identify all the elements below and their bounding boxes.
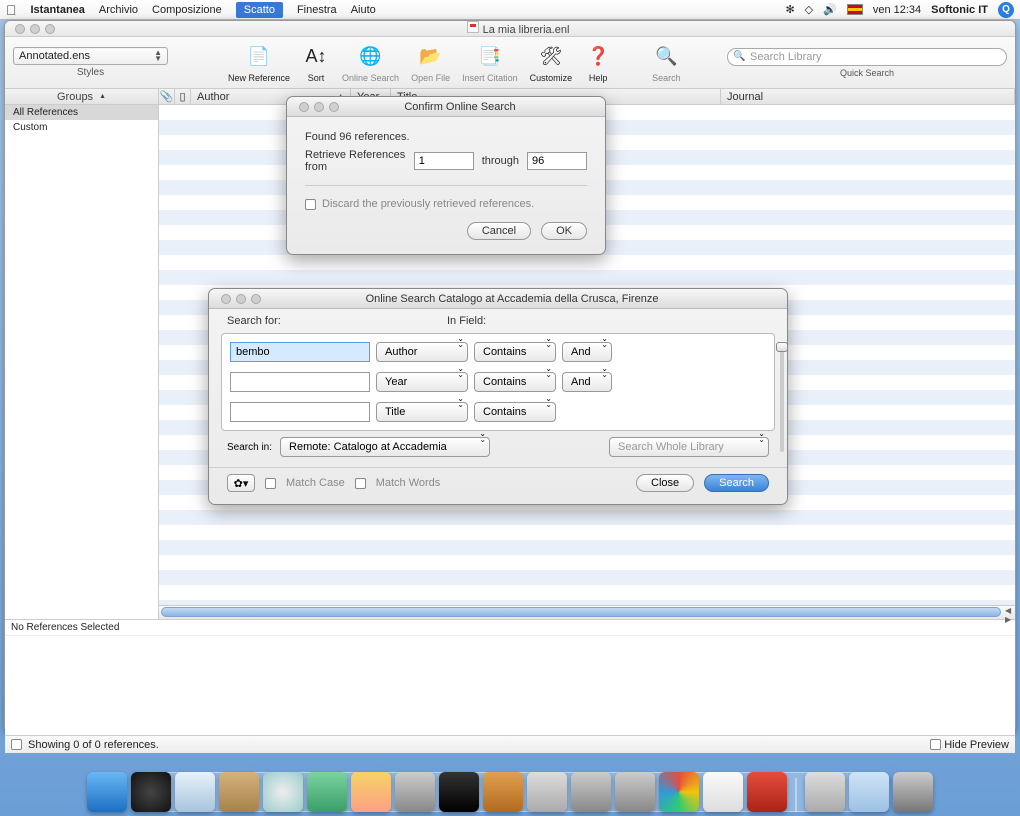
confirm-online-search-dialog: Confirm Online Search Found 96 reference… xyxy=(286,96,606,255)
search-in-popup[interactable]: Remote: Catalogo at Accademia xyxy=(280,437,490,457)
clock[interactable]: ven 12:34 xyxy=(873,4,921,16)
search-term-input[interactable] xyxy=(230,342,370,362)
match-words-checkbox[interactable] xyxy=(355,478,366,489)
join-popup[interactable]: And xyxy=(562,342,612,362)
dock-textedit-icon[interactable] xyxy=(703,772,743,812)
sidebar-header[interactable]: Groups▲ xyxy=(5,89,158,105)
online-search-dialog: Online Search Catalogo at Accademia dell… xyxy=(208,288,788,505)
dock-itunes-icon[interactable] xyxy=(307,772,347,812)
retrieve-through-input[interactable] xyxy=(527,152,587,170)
dock-iphoto-icon[interactable] xyxy=(351,772,391,812)
sidebar-item-custom[interactable]: Custom xyxy=(5,120,158,135)
dock xyxy=(0,762,1020,816)
search-whole-library-popup[interactable]: Search Whole Library xyxy=(609,437,769,457)
close-button[interactable]: Close xyxy=(636,474,694,492)
dock-finder-icon[interactable] xyxy=(87,772,127,812)
toolbar-sort[interactable]: A↕Sort xyxy=(302,43,330,83)
toolbar: Annotated.ens▲▼ Styles 📄New Reference A↕S… xyxy=(5,37,1015,89)
input-flag-icon[interactable] xyxy=(847,4,863,15)
rows-slider[interactable] xyxy=(778,342,786,452)
close-icon[interactable] xyxy=(299,102,309,112)
toolbar-online-search[interactable]: 🌐Online Search xyxy=(342,43,399,83)
operator-popup[interactable]: Contains xyxy=(474,402,556,422)
operator-popup[interactable]: Contains xyxy=(474,342,556,362)
window-title: La mia libreria.enl xyxy=(483,24,570,36)
dock-tools-icon[interactable] xyxy=(527,772,567,812)
dock-mail-icon[interactable] xyxy=(805,772,845,812)
dock-image-capture-icon[interactable] xyxy=(395,772,435,812)
preview-pane xyxy=(5,635,1015,735)
toolbar-insert-citation[interactable]: 📑Insert Citation xyxy=(462,43,518,83)
join-popup[interactable]: And xyxy=(562,372,612,392)
volume-icon[interactable]: 🔊 xyxy=(823,3,837,16)
field-popup[interactable]: Author xyxy=(376,342,468,362)
dialog-title: Confirm Online Search xyxy=(315,101,605,113)
menubar:  Istantanea Archivio Composizione Scatto F… xyxy=(0,0,1020,20)
account-name[interactable]: Softonic IT xyxy=(931,4,988,16)
flag-column-icon: ▯ xyxy=(175,89,191,104)
dock-endnote-icon[interactable] xyxy=(747,772,787,812)
search-row: Title Contains xyxy=(230,402,766,422)
toolbar-customize[interactable]: 🛠Customize xyxy=(530,43,573,83)
sidebar: Groups▲ All ReferencesCustom xyxy=(5,89,159,619)
gear-popup[interactable]: ✿▾ xyxy=(227,474,255,492)
styles-label: Styles xyxy=(13,67,168,78)
bluetooth-icon[interactable]: ✻ xyxy=(785,3,794,16)
sidebar-item-all-references[interactable]: All References xyxy=(5,105,158,120)
menu-composizione[interactable]: Composizione xyxy=(152,4,222,16)
quick-search-label: Quick Search xyxy=(840,68,894,78)
apple-menu-icon[interactable]:  xyxy=(6,2,17,18)
airport-icon[interactable]: ◇ xyxy=(805,3,813,16)
search-button[interactable]: Search xyxy=(704,474,769,492)
field-popup[interactable]: Title xyxy=(376,402,468,422)
preview-label: No References Selected xyxy=(5,619,1015,635)
quick-search-input[interactable]: Search Library xyxy=(727,48,1007,66)
status-checkbox[interactable] xyxy=(11,739,22,750)
hide-preview-checkbox[interactable] xyxy=(930,739,941,750)
dock-documents-icon[interactable] xyxy=(849,772,889,812)
dock-garageband-icon[interactable] xyxy=(483,772,523,812)
style-popup[interactable]: Annotated.ens▲▼ xyxy=(13,47,168,65)
retrieve-from-input[interactable] xyxy=(414,152,474,170)
spotlight-icon[interactable]: Q xyxy=(998,2,1014,18)
discard-checkbox[interactable] xyxy=(305,199,316,210)
search-term-input[interactable] xyxy=(230,372,370,392)
field-popup[interactable]: Year xyxy=(376,372,468,392)
document-icon xyxy=(467,21,479,33)
dock-cd-icon[interactable] xyxy=(263,772,303,812)
match-case-checkbox[interactable] xyxy=(265,478,276,489)
close-icon[interactable] xyxy=(221,294,231,304)
dock-safari-icon[interactable] xyxy=(175,772,215,812)
paperclip-column-icon: 📎 xyxy=(159,89,175,104)
operator-popup[interactable]: Contains xyxy=(474,372,556,392)
dock-preferences-icon[interactable] xyxy=(615,772,655,812)
toolbar-open-file[interactable]: 📂Open File xyxy=(411,43,450,83)
menu-archivio[interactable]: Archivio xyxy=(99,4,138,16)
search-row: Author Contains And xyxy=(230,342,766,362)
dock-trash-icon[interactable] xyxy=(893,772,933,812)
search-row: Year Contains And xyxy=(230,372,766,392)
dock-dashboard-icon[interactable] xyxy=(131,772,171,812)
app-name[interactable]: Istantanea xyxy=(31,4,85,16)
dock-address-book-icon[interactable] xyxy=(219,772,259,812)
toolbar-help[interactable]: ❓Help xyxy=(584,43,612,83)
search-tool[interactable]: 🔍Search xyxy=(652,43,681,83)
dock-utilities-icon[interactable] xyxy=(571,772,611,812)
menu-scatto[interactable]: Scatto xyxy=(236,2,283,18)
search-term-input[interactable] xyxy=(230,402,370,422)
toolbar-new-reference[interactable]: 📄New Reference xyxy=(228,43,290,83)
cancel-button[interactable]: Cancel xyxy=(467,222,531,240)
dock-imovie-icon[interactable] xyxy=(439,772,479,812)
menu-finestra[interactable]: Finestra xyxy=(297,4,337,16)
ok-button[interactable]: OK xyxy=(541,222,587,240)
statusbar: Showing 0 of 0 references. Hide Preview xyxy=(5,735,1015,753)
status-text: Showing 0 of 0 references. xyxy=(28,739,159,751)
window-titlebar[interactable]: La mia libreria.enl xyxy=(5,21,1015,37)
dock-swirl-icon[interactable] xyxy=(659,772,699,812)
dialog-title: Online Search Catalogo at Accademia dell… xyxy=(237,293,787,305)
menu-aiuto[interactable]: Aiuto xyxy=(351,4,376,16)
found-text: Found 96 references. xyxy=(305,131,587,143)
horizontal-scrollbar[interactable]: ◀ ▶ xyxy=(159,605,1015,619)
